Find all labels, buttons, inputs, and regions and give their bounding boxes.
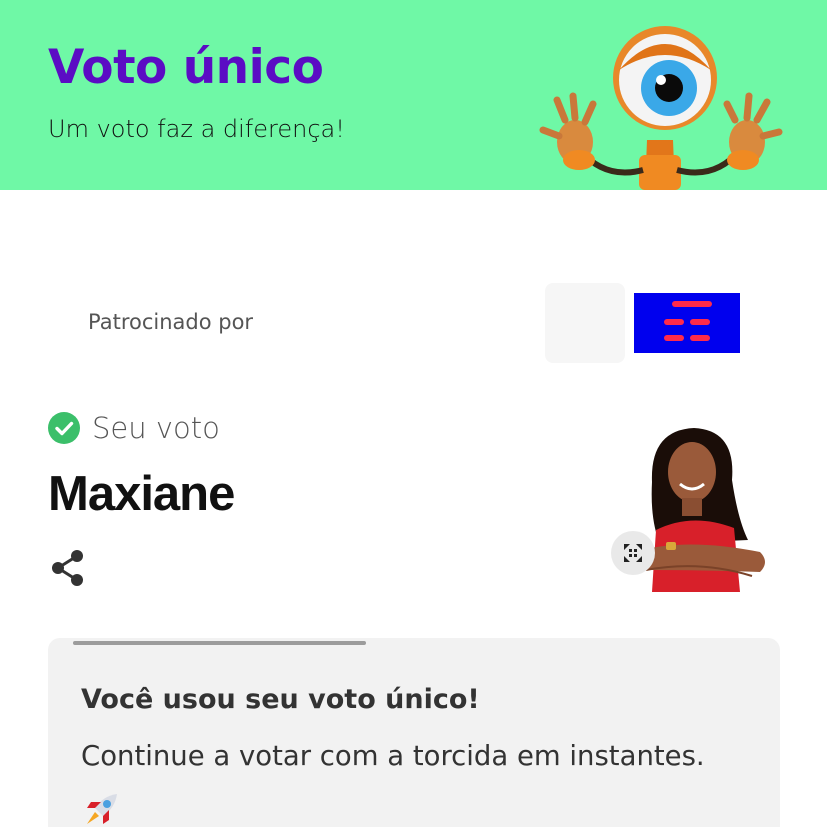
expand-photo-button[interactable]: [611, 531, 655, 575]
expand-icon: [624, 544, 642, 562]
sponsor-logo-mark: [664, 301, 712, 341]
page-subtitle: Um voto faz a diferença!: [48, 115, 345, 143]
vote-status: Seu voto: [48, 410, 220, 446]
vote-used-card: Você usou seu voto único! Continue a vot…: [48, 638, 780, 827]
header-banner: Voto único Um voto faz a diferença!: [0, 0, 827, 190]
candidate-name: Maxiane: [48, 467, 235, 521]
share-icon[interactable]: [50, 548, 86, 588]
check-circle-icon: [48, 412, 80, 444]
sponsor-faded-logo-icon: [545, 283, 625, 363]
sponsor-label: Patrocinado por: [88, 310, 254, 334]
card-title: Você usou seu voto único!: [81, 684, 480, 715]
sponsor-logo-icon[interactable]: [634, 293, 740, 353]
vote-status-label: Seu voto: [92, 411, 220, 445]
rocket-icon: [87, 794, 117, 824]
card-progress-bar: [73, 641, 366, 645]
big-brother-eye-mascot-icon: [539, 26, 783, 190]
page-title: Voto único: [48, 40, 324, 95]
card-message: Continue a votar com a torcida em instan…: [81, 740, 705, 772]
